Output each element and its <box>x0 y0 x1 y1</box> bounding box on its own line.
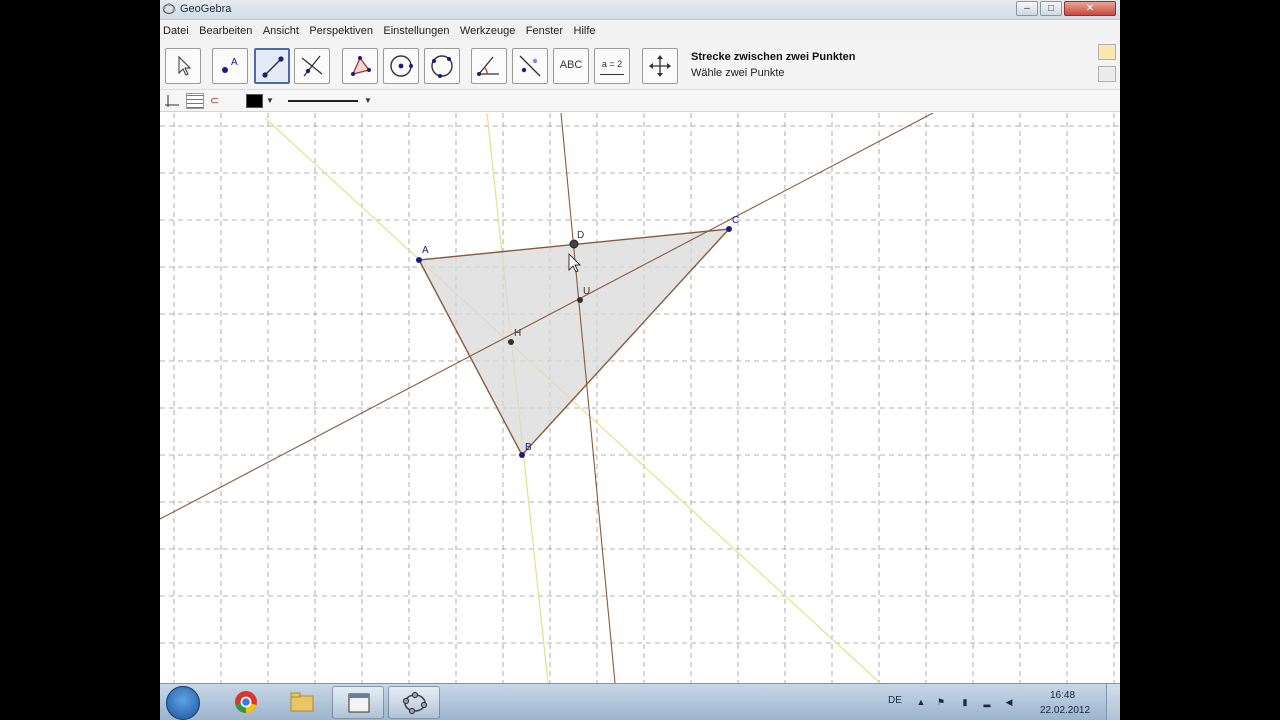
battery-icon[interactable]: ▮ <box>960 697 970 707</box>
graphics-view[interactable]: A B C D U H <box>160 113 1120 683</box>
redo-button[interactable] <box>1098 66 1116 82</box>
label-u: U <box>583 286 590 297</box>
taskbar-explorer[interactable] <box>276 686 328 719</box>
tool-polygon-button[interactable] <box>342 48 378 84</box>
tool-reflect-button[interactable] <box>512 48 548 84</box>
menu-fenster[interactable]: Fenster <box>523 21 566 38</box>
taskbar-window[interactable] <box>332 686 384 719</box>
grid-toggle-icon[interactable] <box>186 93 204 109</box>
menu-bearbeiten[interactable]: Bearbeiten <box>196 21 255 38</box>
angle-icon <box>477 56 499 76</box>
point-a[interactable] <box>416 257 422 263</box>
tool-text-button[interactable]: ABC <box>553 48 589 84</box>
point-c[interactable] <box>726 226 732 232</box>
color-swatch[interactable] <box>246 94 263 108</box>
color-dropdown-icon[interactable]: ▼ <box>266 93 274 109</box>
minimize-button[interactable]: – <box>1016 1 1038 16</box>
label-b: B <box>525 442 532 453</box>
show-desktop-button[interactable] <box>1106 684 1120 720</box>
maximize-button[interactable]: □ <box>1040 1 1062 16</box>
language-indicator[interactable]: DE <box>888 695 902 706</box>
tool-move-button[interactable] <box>165 48 201 84</box>
tool-segment-button[interactable] <box>254 48 290 84</box>
tool-circle-button[interactable] <box>383 48 419 84</box>
axes-toggle-icon[interactable] <box>164 93 180 109</box>
point-d[interactable] <box>569 239 579 249</box>
menu-perspektiven[interactable]: Perspektiven <box>306 21 376 38</box>
window-title: GeoGebra <box>180 3 232 15</box>
circle-3-points-icon <box>431 55 453 78</box>
tool-help-title: Strecke zwischen zwei Punkten <box>691 51 856 63</box>
label-d: D <box>577 230 584 241</box>
text-icon: ABC <box>559 59 583 71</box>
grid <box>160 113 1120 683</box>
title-bar: GeoGebra – □ ✕ <box>160 0 1120 20</box>
point-icon: A <box>222 57 238 73</box>
menu-einstellungen[interactable]: Einstellungen <box>380 21 452 38</box>
line-through-c[interactable] <box>160 113 934 520</box>
menu-ansicht[interactable]: Ansicht <box>260 21 302 38</box>
point-u[interactable] <box>577 297 583 303</box>
point-icon-label: A <box>231 57 238 68</box>
label-h: H <box>514 328 521 339</box>
reflect-icon <box>519 55 541 77</box>
point-capture-icon[interactable]: ⊂ <box>210 93 232 109</box>
pointer-arrow-icon <box>178 55 192 76</box>
geogebra-icon <box>402 691 428 715</box>
menu-werkzeuge[interactable]: Werkzeuge <box>457 21 518 38</box>
label-c: C <box>732 215 739 226</box>
tool-angle-button[interactable] <box>471 48 507 84</box>
move-cross-icon <box>649 55 671 77</box>
taskbar: DE ▲ ⚑ ▮ ▂ ◀ 16:48 22.02.2012 <box>160 683 1120 720</box>
circle-icon <box>390 55 413 77</box>
menu-datei[interactable]: Datei <box>160 21 192 38</box>
line-style-dropdown-icon[interactable]: ▼ <box>364 93 372 109</box>
system-tray: DE ▲ ⚑ ▮ ▂ ◀ 16:48 22.02.2012 <box>880 684 1120 720</box>
screen: GeoGebra – □ ✕ Datei Bearbeiten Ansicht … <box>160 0 1120 720</box>
window-icon <box>348 693 370 713</box>
tool-help-text: Wähle zwei Punkte <box>691 67 785 79</box>
style-bar: ⊂ ▼ ▼ <box>160 90 1120 112</box>
tool-perpendicular-button[interactable] <box>294 48 330 84</box>
action-center-flag-icon[interactable]: ⚑ <box>936 697 946 707</box>
undo-button[interactable] <box>1098 44 1116 60</box>
tool-new-point-button[interactable]: A <box>212 48 248 84</box>
network-signal-icon[interactable]: ▂ <box>982 697 992 707</box>
line-style-preview[interactable] <box>288 100 358 102</box>
geogebra-app-icon <box>162 2 176 15</box>
taskbar-chrome[interactable] <box>220 686 272 719</box>
clock-date[interactable]: 22.02.2012 <box>1040 705 1090 716</box>
point-h[interactable] <box>508 339 514 345</box>
chrome-icon <box>235 691 257 713</box>
menu-hilfe[interactable]: Hilfe <box>571 21 599 38</box>
windows-start-button[interactable] <box>166 686 200 720</box>
tool-circle-3-points-button[interactable] <box>424 48 460 84</box>
volume-icon[interactable]: ◀ <box>1004 697 1014 707</box>
label-a: A <box>422 245 429 256</box>
slider-icon: a = 2 <box>601 59 623 69</box>
perpendicular-icon <box>301 55 323 77</box>
toolbar: A ABC a = 2 Strecke zwischen zwei Punkte… <box>160 40 1120 90</box>
polygon-icon <box>351 56 371 76</box>
clock-time[interactable]: 16:48 <box>1050 690 1075 701</box>
folder-icon <box>290 692 314 712</box>
segment-icon <box>262 56 284 78</box>
taskbar-geogebra[interactable] <box>388 686 440 719</box>
menu-bar: Datei Bearbeiten Ansicht Perspektiven Ei… <box>160 21 1120 40</box>
show-hidden-icons-icon[interactable]: ▲ <box>916 697 926 707</box>
close-button[interactable]: ✕ <box>1064 1 1116 16</box>
tool-slider-button[interactable]: a = 2 <box>594 48 630 84</box>
tool-move-graphics-button[interactable] <box>642 48 678 84</box>
geometry-canvas[interactable]: A B C D U H <box>160 113 1120 683</box>
